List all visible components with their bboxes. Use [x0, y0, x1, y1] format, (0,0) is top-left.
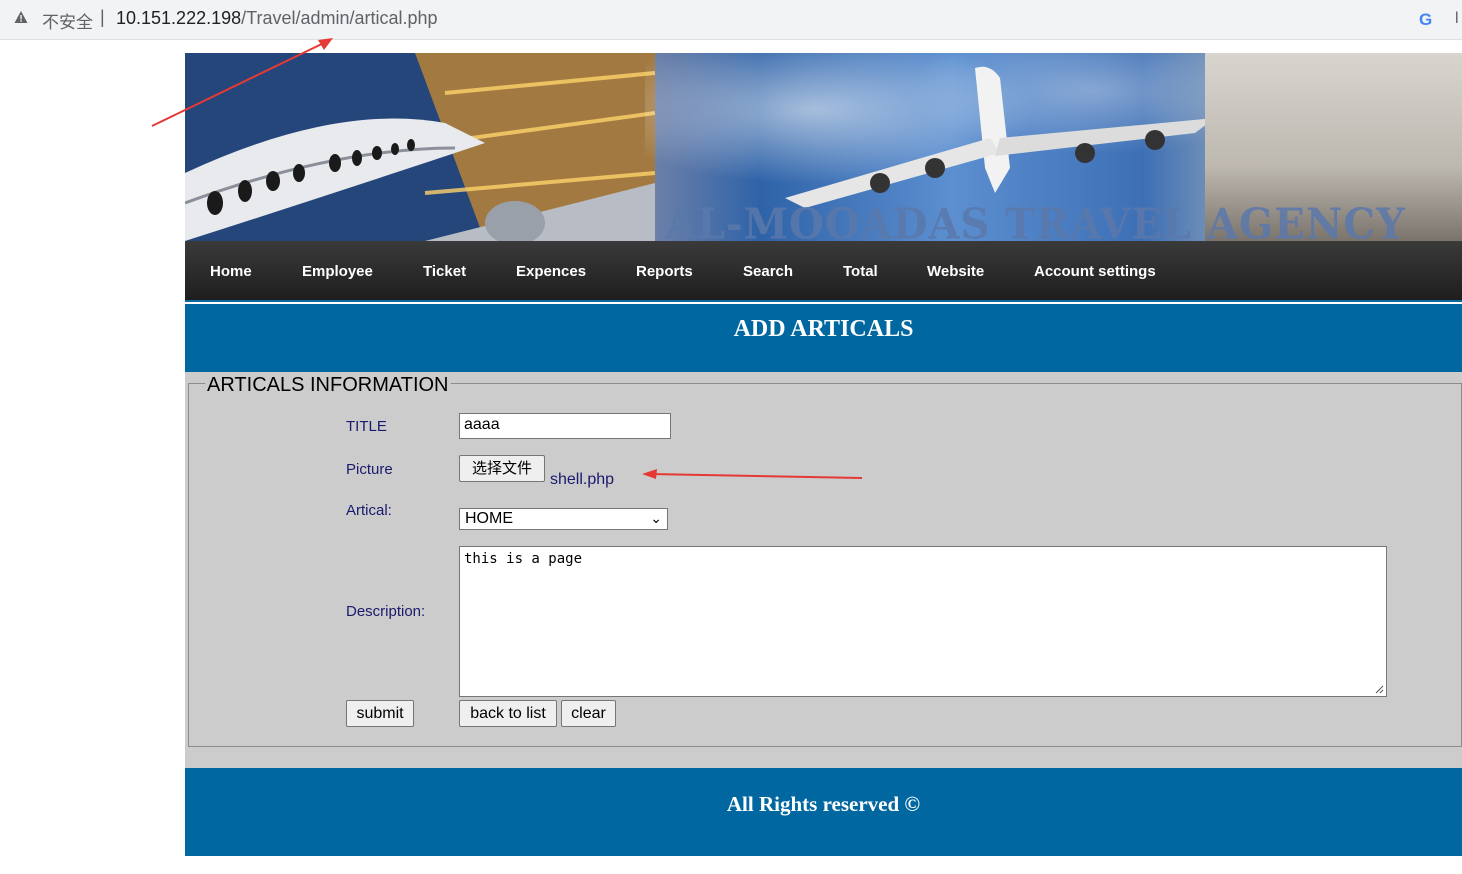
artical-label: Artical:	[346, 502, 392, 519]
footer-text: All Rights reserved ©	[726, 792, 921, 816]
description-text: this is a page	[464, 551, 583, 567]
selected-file-name: shell.php	[550, 471, 615, 488]
nav-expences[interactable]: Expences	[516, 263, 586, 280]
artical-select[interactable]: HOME ⌄	[459, 508, 668, 530]
security-label[interactable]: 不安全	[42, 8, 93, 33]
title-label: TITLE	[346, 418, 387, 435]
browser-address-bar: 不安全 | 10.151.222.198/Travel/admin/artica…	[0, 0, 1462, 40]
chevron-down-icon: ⌄	[650, 510, 662, 526]
main-nav: Home Employee Ticket Expences Reports Se…	[185, 241, 1462, 302]
resize-handle-icon[interactable]	[1375, 685, 1384, 694]
form-area: ARTICALS INFORMATION TITLE aaaa Picture …	[185, 372, 1462, 768]
picture-label: Picture	[346, 461, 393, 478]
nav-ticket[interactable]: Ticket	[423, 263, 466, 280]
agency-title: AL-MOOADAS TRAVEL AGENCY	[665, 199, 1406, 241]
page-container: AL-MOOADAS TRAVEL AGENCY Home Employee T…	[185, 53, 1462, 856]
description-label: Description:	[346, 603, 426, 620]
choose-file-button[interactable]: 选择文件	[459, 455, 545, 482]
artical-select-value: HOME	[465, 510, 513, 527]
page-header-bar: ADD ARTICALS	[185, 304, 1462, 372]
back-to-list-button[interactable]: back to list	[459, 700, 557, 727]
nav-account-settings[interactable]: Account settings	[1034, 263, 1156, 280]
submit-button[interactable]: submit	[346, 700, 414, 727]
page-footer: All Rights reserved ©	[185, 768, 1462, 856]
warning-triangle-icon[interactable]	[14, 10, 28, 24]
url-path: /Travel/admin/artical.php	[241, 8, 438, 28]
address-separator: |	[100, 7, 105, 27]
nav-employee[interactable]: Employee	[302, 263, 373, 280]
nav-website[interactable]: Website	[927, 263, 984, 280]
title-input[interactable]: aaaa	[459, 413, 671, 439]
header-banner: AL-MOOADAS TRAVEL AGENCY	[185, 53, 1462, 241]
page-title: ADD ARTICALS	[733, 316, 914, 342]
clear-button[interactable]: clear	[561, 700, 616, 727]
extension-icon[interactable]: l	[1455, 10, 1459, 28]
description-textarea[interactable]: this is a page	[459, 546, 1387, 697]
nav-search[interactable]: Search	[743, 263, 793, 280]
airplane-banner-image	[185, 53, 655, 241]
jet-image	[785, 66, 1215, 208]
articals-fieldset: ARTICALS INFORMATION TITLE aaaa Picture …	[188, 374, 1462, 747]
nav-home[interactable]: Home	[210, 263, 252, 280]
url-host: 10.151.222.198	[116, 8, 242, 28]
fieldset-legend: ARTICALS INFORMATION	[205, 374, 451, 397]
nav-reports[interactable]: Reports	[636, 263, 693, 280]
google-icon[interactable]: G	[1419, 10, 1432, 30]
url-text[interactable]: 10.151.222.198/Travel/admin/artical.php	[116, 8, 438, 29]
nav-total[interactable]: Total	[843, 263, 878, 280]
